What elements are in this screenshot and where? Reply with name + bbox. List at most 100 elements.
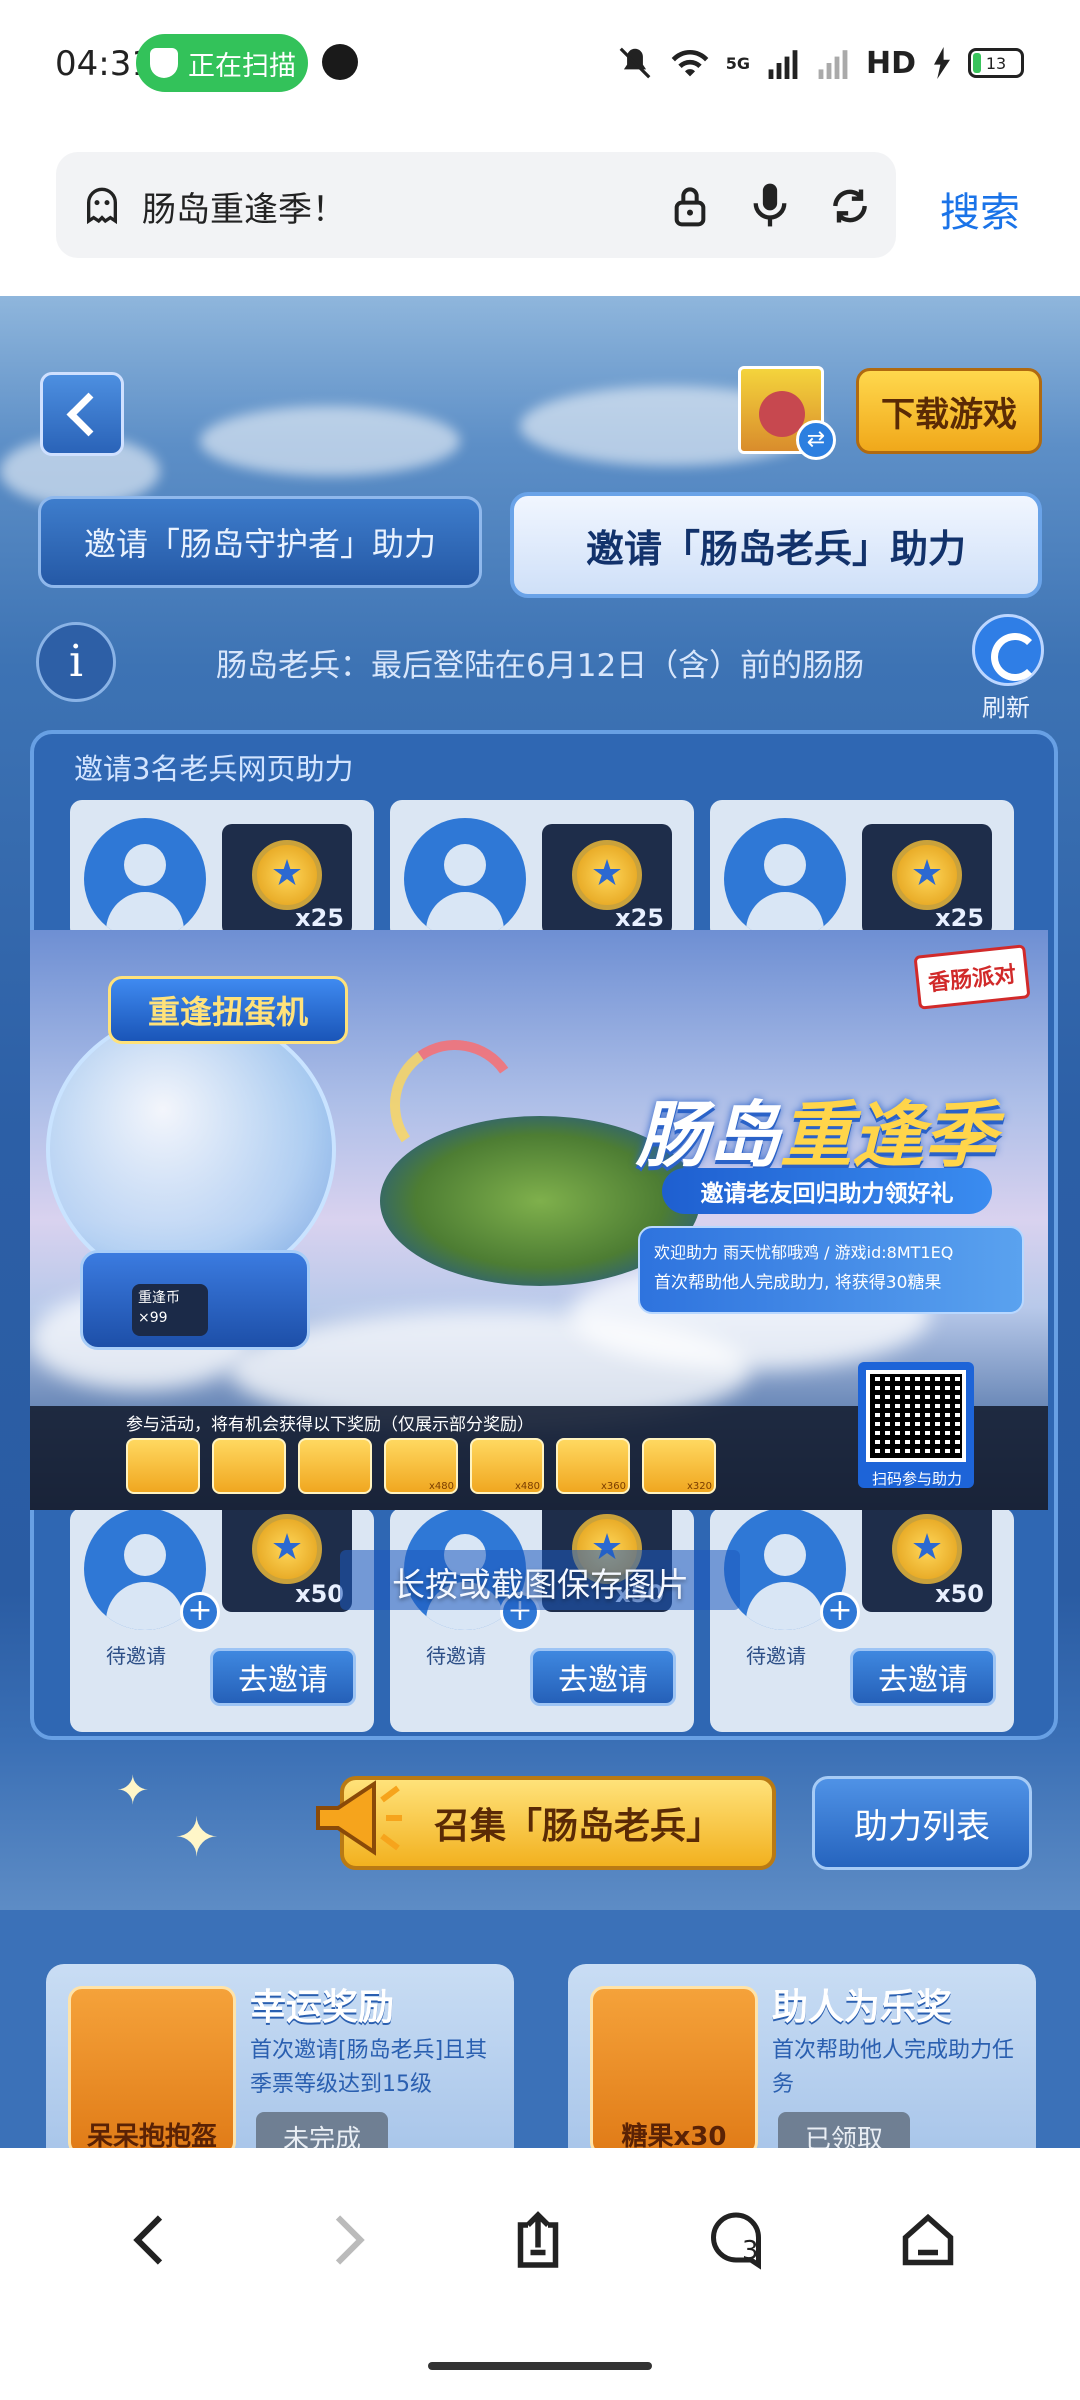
gacha-machine-dome bbox=[46, 1010, 336, 1290]
info-icon[interactable]: i bbox=[36, 622, 116, 702]
go-invite-button[interactable]: 去邀请 bbox=[210, 1648, 356, 1706]
star-coin-icon: ★ bbox=[252, 1514, 322, 1584]
person-icon bbox=[404, 818, 526, 940]
reward-qty: x25 bbox=[615, 904, 664, 932]
gacha-coin-name: 重逢币 bbox=[138, 1290, 180, 1306]
card-description: 首次帮助他人完成助力任务 bbox=[772, 2038, 1015, 2097]
ghost-icon[interactable] bbox=[82, 186, 122, 226]
mute-icon bbox=[619, 47, 651, 79]
invite-slot[interactable]: ★ x25 bbox=[70, 800, 374, 940]
tab-invite-guardian[interactable]: 邀请「肠岛守护者」助力 bbox=[38, 496, 482, 588]
sparkle-icon: ✦ bbox=[116, 1768, 150, 1814]
poster-info-line1: 欢迎助力 雨天忧郁哦鸡 / 游戏id:8MT1EQ bbox=[654, 1243, 954, 1262]
system-icons: 5G HD 13 bbox=[616, 40, 1024, 86]
notification-dot-icon bbox=[322, 44, 358, 80]
star-coin-icon: ★ bbox=[572, 840, 642, 910]
reward-qty: x50 bbox=[295, 1580, 344, 1608]
reward-item: x320 bbox=[642, 1438, 716, 1494]
charging-icon bbox=[934, 47, 950, 79]
invite-slot: + ★x50 待邀请 去邀请 bbox=[390, 1508, 694, 1732]
tabs-icon[interactable]: 3 bbox=[706, 2210, 766, 2270]
gacha-title: 重逢扭蛋机 bbox=[108, 976, 348, 1044]
reward-label: 呆呆抱抱盔 bbox=[86, 2122, 217, 2148]
star-coin-icon: ★ bbox=[892, 840, 962, 910]
megaphone-icon bbox=[316, 1780, 402, 1856]
tabs-count: 3 bbox=[742, 2236, 759, 2266]
home-icon[interactable] bbox=[898, 2210, 958, 2270]
save-hint: 长按或截图保存图片 bbox=[392, 1565, 689, 1604]
back-icon[interactable] bbox=[120, 2210, 180, 2270]
qr-label: 扫码参与助力 bbox=[871, 1470, 962, 1488]
refresh-label[interactable]: 刷新 bbox=[982, 688, 1030, 723]
wifi-icon bbox=[671, 49, 709, 77]
swap-account-icon[interactable]: ⇄ bbox=[796, 420, 836, 460]
reload-icon[interactable] bbox=[828, 184, 872, 228]
qr-code-icon bbox=[866, 1370, 966, 1462]
reward-caption: 参与活动，将有机会获得以下奖励（仅展示部分奖励） bbox=[126, 1415, 534, 1435]
coin-reward: ★ x25 bbox=[542, 824, 672, 936]
invite-slot[interactable]: ★ x25 bbox=[710, 800, 1014, 940]
star-coin-icon: ★ bbox=[252, 840, 322, 910]
reward-item bbox=[126, 1438, 200, 1494]
reward-qty: x25 bbox=[935, 904, 984, 932]
invite-slot: + ★x50 待邀请 去邀请 bbox=[70, 1508, 374, 1732]
card-title: 幸运奖励 bbox=[250, 1987, 395, 2028]
reward-card-helper: 糖果x30 助人为乐奖 首次帮助他人完成助力任务 已领取 bbox=[568, 1964, 1036, 2148]
reward-item bbox=[298, 1438, 372, 1494]
reward-item: x360 bbox=[556, 1438, 630, 1494]
poster-info-line2: 首次帮助他人完成助力, 将获得30糖果 bbox=[654, 1273, 942, 1293]
search-button[interactable]: 搜索 bbox=[940, 180, 1020, 238]
reward-qty: x25 bbox=[295, 904, 344, 932]
lock-icon[interactable] bbox=[670, 184, 710, 228]
sparkle-icon: ✦ bbox=[174, 1806, 220, 1869]
mic-icon[interactable] bbox=[748, 180, 792, 230]
add-icon[interactable]: + bbox=[820, 1592, 860, 1632]
refresh-icon[interactable] bbox=[972, 614, 1044, 686]
poster-title: 肠岛重逢季 bbox=[636, 1076, 996, 1181]
invite-section-title: 邀请3名老兵网页助力 bbox=[74, 752, 354, 786]
reward-card-lucky: 呆呆抱抱盔 幸运奖励 首次邀请[肠岛老兵]且其季票等级达到15级 未完成 bbox=[46, 1964, 514, 2148]
poster-title-part2: 重逢季 bbox=[780, 1093, 997, 1177]
slot-status: 待邀请 bbox=[426, 1644, 486, 1668]
star-coin-icon: ★ bbox=[892, 1514, 962, 1584]
page-back-button[interactable] bbox=[40, 372, 124, 456]
person-icon bbox=[724, 818, 846, 940]
reward-label: 糖果x30 bbox=[621, 2122, 727, 2148]
gacha-coin-label: 重逢币 ×99 bbox=[132, 1284, 208, 1336]
signal-icon bbox=[768, 50, 798, 79]
download-game-button[interactable]: 下载游戏 bbox=[856, 368, 1042, 454]
poster-subtitle: 邀请老友回归助力领好礼 bbox=[662, 1168, 992, 1214]
shield-icon bbox=[150, 48, 178, 78]
reward-item: x480 bbox=[470, 1438, 544, 1494]
reward-qty: x50 bbox=[935, 1580, 984, 1608]
tab-invite-veteran[interactable]: 邀请「肠岛老兵」助力 bbox=[510, 492, 1042, 598]
scan-status-pill[interactable]: 正在扫描 bbox=[136, 34, 308, 92]
share-icon[interactable] bbox=[508, 2210, 568, 2270]
poster-title-part1: 肠岛 bbox=[636, 1093, 781, 1177]
hd-label: HD bbox=[865, 45, 916, 81]
reward-item: x480 bbox=[384, 1438, 458, 1494]
scan-label: 正在扫描 bbox=[188, 50, 296, 82]
battery-icon: 13 bbox=[968, 48, 1024, 78]
coin-reward: ★x50 bbox=[222, 1508, 352, 1612]
go-invite-button[interactable]: 去邀请 bbox=[850, 1648, 996, 1706]
coin-reward: ★x50 bbox=[862, 1508, 992, 1612]
card-status-button[interactable]: 未完成 bbox=[256, 2112, 388, 2148]
help-list-button[interactable]: 助力列表 bbox=[812, 1776, 1032, 1870]
veteran-description: 肠岛老兵：最后登陆在6月12日（含）前的肠肠 bbox=[216, 648, 865, 684]
battery-level: 13 bbox=[985, 53, 1007, 73]
slot-status: 待邀请 bbox=[106, 1644, 166, 1668]
invite-slot[interactable]: ★ x25 bbox=[390, 800, 694, 940]
forward-icon[interactable] bbox=[318, 2210, 378, 2270]
card-description: 首次邀请[肠岛老兵]且其季票等级达到15级 bbox=[250, 2038, 488, 2097]
go-invite-button[interactable]: 去邀请 bbox=[530, 1648, 676, 1706]
home-indicator bbox=[428, 2362, 652, 2370]
reward-item bbox=[212, 1438, 286, 1494]
gacha-coin-qty: ×99 bbox=[138, 1310, 168, 1326]
url-text[interactable]: 肠岛重逢季！ bbox=[142, 182, 346, 231]
poster-info-box: 欢迎助力 雨天忧郁哦鸡 / 游戏id:8MT1EQ 首次帮助他人完成助力, 将获… bbox=[638, 1226, 1024, 1314]
card-status-button[interactable]: 已领取 bbox=[778, 2112, 910, 2148]
slot-status: 待邀请 bbox=[746, 1644, 806, 1668]
add-icon[interactable]: + bbox=[180, 1592, 220, 1632]
card-title: 助人为乐奖 bbox=[772, 1987, 953, 2028]
